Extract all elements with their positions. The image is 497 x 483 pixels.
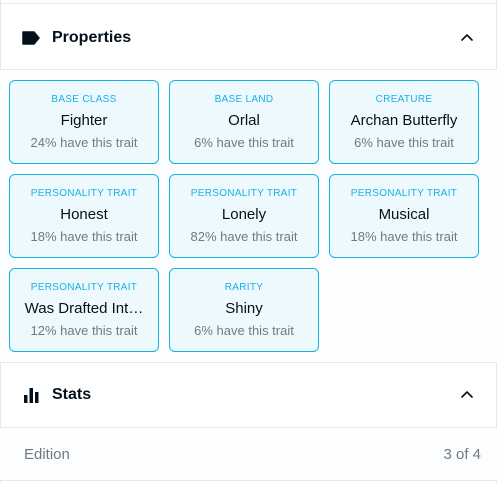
trait-rarity: 18% have this trait [30, 229, 138, 244]
trait-rarity: 6% have this trait [354, 135, 454, 150]
trait-type: CREATURE [375, 94, 433, 105]
bottom-divider [0, 480, 497, 481]
top-divider [0, 3, 497, 4]
trait-card[interactable]: CREATURE Archan Butterfly 6% have this t… [329, 80, 479, 164]
trait-card[interactable]: PERSONALITY TRAIT Musical 18% have this … [329, 174, 479, 258]
trait-value: Archan Butterfly [350, 112, 458, 129]
properties-title: Properties [52, 29, 132, 46]
trait-card[interactable]: RARITY Shiny 6% have this trait [169, 268, 319, 352]
stat-label: Edition [24, 445, 70, 463]
trait-card[interactable]: BASE CLASS Fighter 24% have this trait [9, 80, 159, 164]
trait-type: PERSONALITY TRAIT [190, 188, 298, 199]
trait-type: BASE CLASS [51, 94, 117, 105]
trait-card[interactable]: PERSONALITY TRAIT Lonely 82% have this t… [169, 174, 319, 258]
trait-value: Was Drafted Int… [24, 300, 144, 317]
label-tag-icon [20, 27, 42, 49]
trait-value: Musical [378, 206, 430, 223]
trait-rarity: 12% have this trait [30, 323, 138, 338]
trait-type: BASE LAND [214, 94, 274, 105]
stats-header[interactable]: Stats [0, 363, 497, 427]
trait-type: PERSONALITY TRAIT [350, 188, 458, 199]
trait-card[interactable]: PERSONALITY TRAIT Was Drafted Int… 12% h… [9, 268, 159, 352]
chevron-up-icon[interactable] [457, 385, 477, 405]
chevron-up-icon[interactable] [457, 28, 477, 48]
trait-card[interactable]: BASE LAND Orlal 6% have this trait [169, 80, 319, 164]
trait-type: PERSONALITY TRAIT [30, 188, 138, 199]
stat-row-edition: Edition 3 of 4 [0, 428, 497, 480]
trait-value: Lonely [221, 206, 267, 223]
trait-type: RARITY [224, 282, 264, 293]
trait-value: Orlal [228, 112, 260, 129]
trait-rarity: 6% have this trait [194, 135, 294, 150]
properties-body: BASE CLASS Fighter 24% have this trait B… [0, 70, 497, 362]
trait-rarity: 82% have this trait [190, 229, 298, 244]
trait-rarity: 24% have this trait [30, 135, 138, 150]
trait-rarity: 6% have this trait [194, 323, 294, 338]
stat-value: 3 of 4 [443, 445, 481, 463]
trait-value: Honest [60, 206, 108, 223]
trait-rarity: 18% have this trait [350, 229, 458, 244]
trait-type: PERSONALITY TRAIT [30, 282, 138, 293]
stats-title: Stats [52, 386, 92, 403]
trait-value: Fighter [60, 112, 108, 129]
trait-card[interactable]: PERSONALITY TRAIT Honest 18% have this t… [9, 174, 159, 258]
properties-header[interactable]: Properties [0, 6, 497, 70]
trait-value: Shiny [225, 300, 263, 317]
traits-panel: Properties BASE CLASS Fighter 24% have t… [0, 0, 497, 483]
bar-chart-icon [20, 384, 42, 406]
